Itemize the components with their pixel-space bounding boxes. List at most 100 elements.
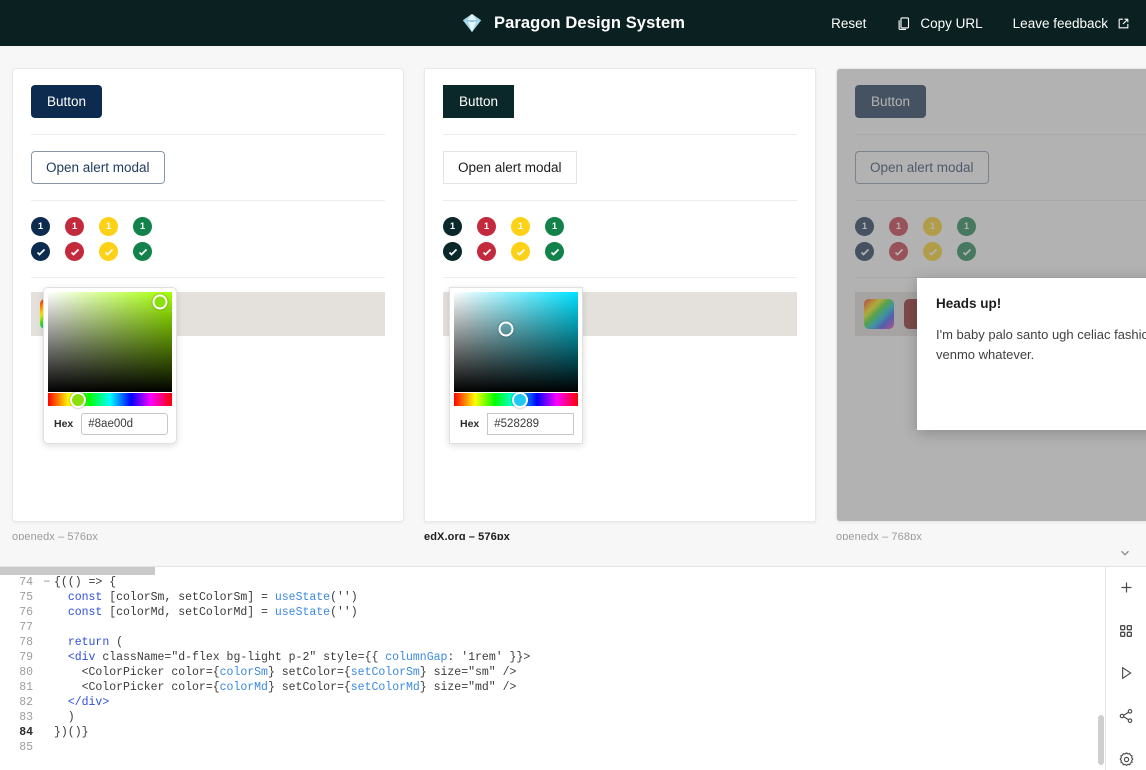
hex-label: Hex — [460, 418, 480, 430]
line-number: 74 — [19, 576, 33, 589]
badge-row-checks — [443, 242, 797, 261]
code-text — [54, 740, 1105, 755]
fold-toggle — [40, 590, 54, 605]
check-icon — [31, 242, 50, 261]
badge-row-numbers: 1 1 1 1 — [443, 217, 797, 236]
code-line: 81 <ColorPicker color={colorMd} setColor… — [0, 680, 1105, 695]
grid-icon[interactable] — [1114, 620, 1138, 642]
line-number: 85 — [19, 741, 33, 754]
open-alert-modal-button[interactable]: Open alert modal — [443, 151, 577, 184]
badge-number-danger: 1 — [477, 217, 496, 236]
color-picker-popover[interactable]: Hex — [43, 287, 177, 444]
modal-button-row: Open alert modal — [425, 135, 815, 200]
fold-toggle — [40, 650, 54, 665]
fold-toggle — [40, 620, 54, 635]
badge-number-danger: 1 — [65, 217, 84, 236]
modal-button-row: Open alert modal — [13, 135, 403, 200]
hex-input[interactable] — [487, 413, 574, 435]
code-text: </div> — [67, 696, 110, 709]
copy-url-button[interactable]: Copy URL — [896, 16, 983, 31]
diamond-icon — [461, 12, 483, 34]
share-icon[interactable] — [1114, 705, 1138, 727]
badge-number-primary: 1 — [443, 217, 462, 236]
plus-icon[interactable] — [1114, 577, 1138, 599]
fold-toggle[interactable]: − — [40, 575, 54, 590]
chevron-down-icon[interactable] — [1118, 546, 1132, 560]
code-line: 78 return ( — [0, 635, 1105, 650]
editor-toolbar — [1105, 567, 1146, 770]
fold-toggle — [40, 605, 54, 620]
hue-slider[interactable] — [48, 391, 172, 408]
code-text: <div className="d-flex bg-light p-2" sty… — [67, 651, 531, 664]
code-text: })()} — [54, 726, 89, 739]
code-line: 76 const [colorMd, setColorMd] = useStat… — [0, 605, 1105, 620]
hue-knob[interactable] — [69, 391, 86, 408]
collapse-strip — [0, 540, 1146, 566]
vertical-scrollbar[interactable] — [1097, 575, 1105, 770]
hue-slider[interactable] — [454, 391, 578, 408]
header-actions: Reset Copy URL Leave feedback — [831, 16, 1130, 31]
code-line: 85 — [0, 740, 1105, 755]
fold-toggle — [40, 680, 54, 695]
run-icon[interactable] — [1114, 663, 1138, 685]
code-line: 79 <div className="d-flex bg-light p-2" … — [0, 650, 1105, 665]
code-editor-pane: 74−{(() => {75 const [colorSm, setColorS… — [0, 566, 1146, 770]
alert-modal-body: I'm baby palo santo ugh celiac fashion a… — [936, 327, 1146, 363]
line-number: 82 — [19, 696, 33, 709]
hex-row: Hex — [454, 406, 578, 439]
color-picker-popover[interactable]: Hex — [449, 287, 583, 444]
line-number: 80 — [19, 666, 33, 679]
check-icon — [443, 242, 462, 261]
reset-button[interactable]: Reset — [831, 16, 866, 31]
line-number: 78 — [19, 636, 33, 649]
badge-number-warning: 1 — [99, 217, 118, 236]
check-icon — [511, 242, 530, 261]
external-link-icon — [1117, 17, 1130, 30]
card-wrap-openedx-576: Button Open alert modal 1 1 1 1 Hex #8ae… — [12, 68, 404, 543]
hue-knob[interactable] — [511, 391, 528, 408]
fold-toggle — [40, 740, 54, 755]
code-text: return ( — [67, 636, 124, 649]
badge-number-warning: 1 — [511, 217, 530, 236]
badges-group: 1 1 1 1 — [13, 201, 403, 277]
code-area[interactable]: 74−{(() => {75 const [colorSm, setColorS… — [0, 567, 1105, 770]
app-header: Paragon Design System Reset Copy URL Lea… — [0, 0, 1146, 46]
leave-feedback-label: Leave feedback — [1012, 15, 1108, 31]
line-number: 77 — [19, 621, 33, 634]
badge-row-checks — [31, 242, 385, 261]
code-line: 83 ) — [0, 710, 1105, 725]
code-table: 74−{(() => {75 const [colorSm, setColorS… — [0, 575, 1105, 755]
primary-button[interactable]: Button — [31, 85, 103, 118]
code-line: 84})()} — [0, 725, 1105, 740]
alert-modal-cancel-button[interactable]: Cancel — [1140, 393, 1146, 416]
fold-toggle — [40, 710, 54, 725]
fold-toggle — [40, 725, 54, 740]
saturation-area[interactable] — [454, 292, 578, 392]
preview-card-openedx-576: Button Open alert modal 1 1 1 1 Hex #8ae… — [12, 68, 404, 522]
leave-feedback-link[interactable]: Leave feedback — [1013, 16, 1130, 31]
reset-label: Reset — [831, 15, 867, 31]
code-line: 82 </div> — [0, 695, 1105, 710]
code-text: ) — [54, 711, 75, 724]
hex-row: Hex — [48, 406, 172, 439]
saturation-area[interactable] — [48, 292, 172, 392]
preview-area: Button Open alert modal 1 1 1 1 Hex #8ae… — [0, 46, 1146, 566]
fold-toggle — [40, 695, 54, 710]
badge-number-primary: 1 — [31, 217, 50, 236]
badges-group: 1 1 1 1 — [425, 201, 815, 277]
gear-icon[interactable] — [1114, 748, 1138, 770]
check-icon — [545, 242, 564, 261]
check-icon — [99, 242, 118, 261]
fold-toggle — [40, 635, 54, 650]
saturation-knob[interactable] — [152, 294, 168, 310]
primary-button[interactable]: Button — [443, 85, 515, 118]
saturation-knob[interactable] — [498, 321, 514, 337]
vertical-scrollbar-thumb[interactable] — [1098, 715, 1104, 765]
hex-input[interactable] — [81, 413, 168, 435]
open-alert-modal-button[interactable]: Open alert modal — [31, 151, 165, 184]
code-line: 74−{(() => { — [0, 575, 1105, 590]
line-number: 79 — [19, 651, 33, 664]
preview-card-edx-576: Button Open alert modal 1 1 1 1 Hex #528… — [424, 68, 816, 522]
code-line: 80 <ColorPicker color={colorSm} setColor… — [0, 665, 1105, 680]
check-icon — [65, 242, 84, 261]
